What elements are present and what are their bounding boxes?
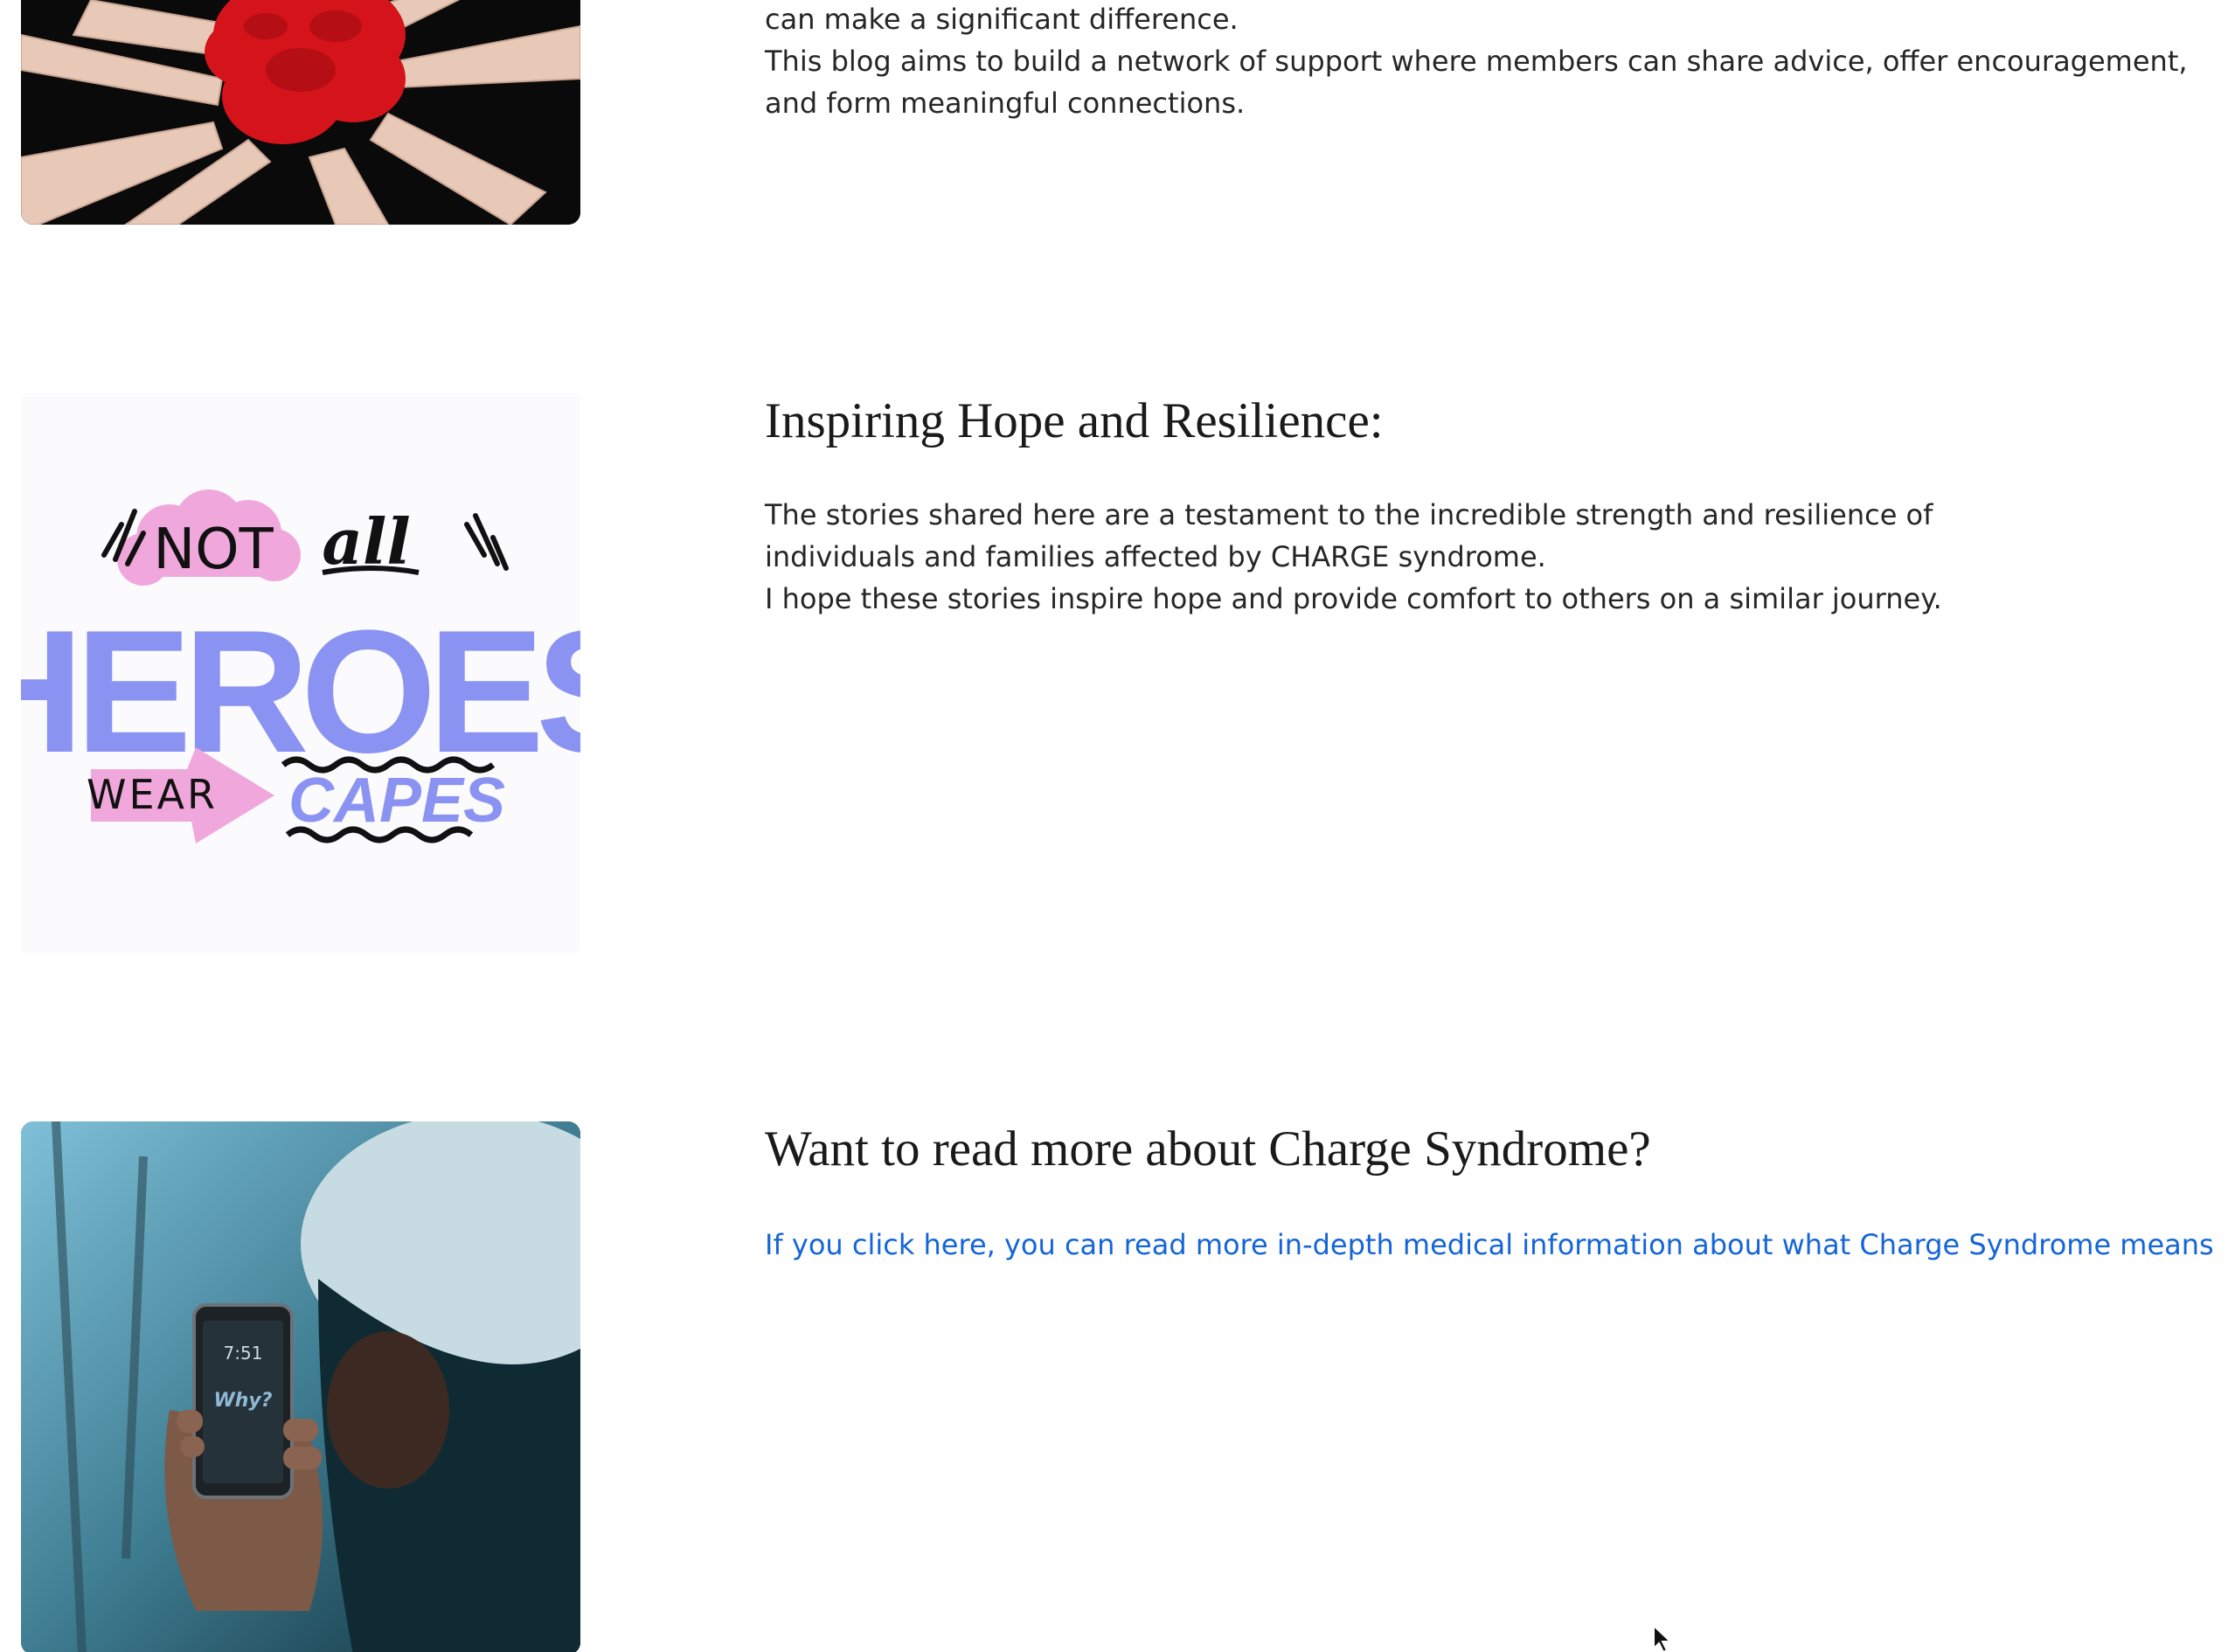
section2-body: The stories shared here are a testament … (765, 494, 1942, 620)
section1-paragraph-2: This blog aims to build a network of sup… (765, 45, 2188, 78)
section1-body: can make a significant difference. This … (765, 0, 2188, 124)
section2-heading: Inspiring Hope and Resilience: (765, 393, 1384, 448)
heroes-illustration: NOT all HEROES WEAR CAPES (21, 393, 580, 953)
capes-text: CAPES (288, 766, 505, 836)
mouse-cursor-icon (1653, 1624, 1673, 1652)
hands-illustration (21, 0, 580, 225)
hands-photo (21, 0, 580, 225)
phone-time: 7:51 (224, 1343, 263, 1364)
section2-paragraph-3: I hope these stories inspire hope and pr… (765, 582, 1942, 615)
phone-photo: 7:51 Why? (21, 1121, 580, 1652)
section1-paragraph-3: and form meaningful connections. (765, 87, 1246, 120)
section3-heading: Want to read more about Charge Syndrome? (765, 1121, 1651, 1177)
charge-syndrome-info-link[interactable]: If you click here, you can read more in-… (765, 1224, 2214, 1266)
wear-text: WEAR (87, 771, 218, 818)
phone-why-illustration: 7:51 Why? (21, 1121, 580, 1652)
section2-paragraph-1: The stories shared here are a testament … (765, 498, 1933, 531)
not-all-heroes-wear-capes-graphic: NOT all HEROES WEAR CAPES (21, 393, 580, 953)
not-text: NOT (153, 517, 274, 582)
phone-screen-text: Why? (213, 1390, 272, 1412)
section1-paragraph-1: can make a significant difference. (765, 3, 1239, 36)
section2-paragraph-2: individuals and families affected by CHA… (765, 540, 1546, 573)
